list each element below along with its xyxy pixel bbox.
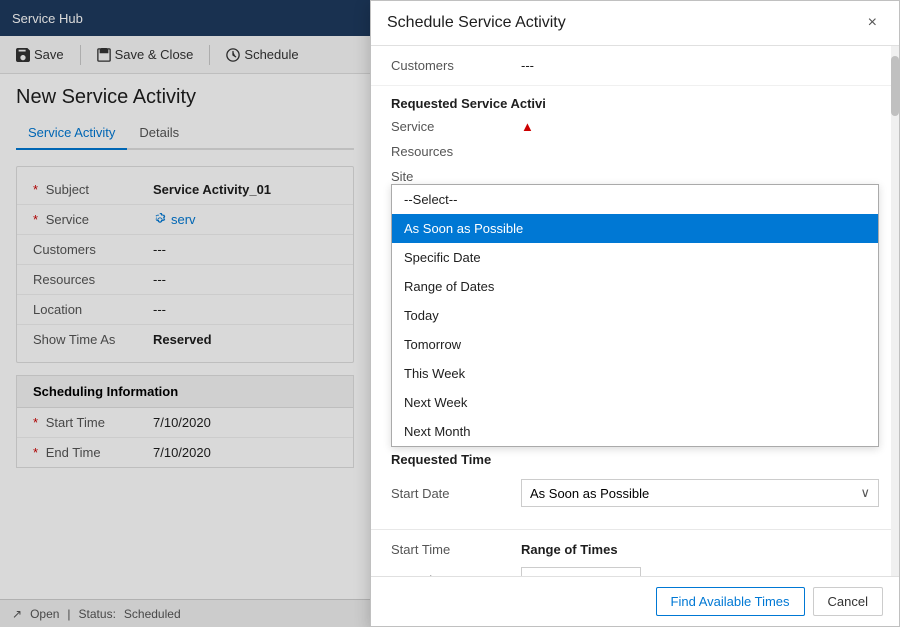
dropdown-item-this-week[interactable]: This Week: [392, 359, 878, 388]
modal-customers-value: ---: [521, 58, 879, 73]
dropdown-item-tomorrow[interactable]: Tomorrow: [392, 330, 878, 359]
start-time-header-row: Start Time Range of Times: [391, 542, 879, 557]
modal-customers-label: Customers: [391, 58, 521, 73]
req-star: ▲: [521, 119, 534, 134]
modal-site-row: Site: [391, 169, 879, 184]
dropdown-item-asap[interactable]: As Soon as Possible: [392, 214, 878, 243]
find-available-times-button[interactable]: Find Available Times: [656, 587, 805, 616]
dropdown-list: --Select-- As Soon as Possible Specific …: [391, 184, 879, 447]
modal-header: Schedule Service Activity ×: [371, 1, 899, 46]
modal-dialog: Schedule Service Activity × Customers --…: [370, 0, 900, 627]
start-date-label: Start Date: [391, 486, 521, 501]
modal-service-row: Service ▲: [391, 119, 879, 134]
dropdown-item-next-week[interactable]: Next Week: [392, 388, 878, 417]
start-time-label: Start Time: [391, 573, 521, 576]
dropdown-item-select[interactable]: --Select--: [392, 185, 878, 214]
modal-close-button[interactable]: ×: [862, 13, 883, 33]
modal-service-label: Service: [391, 119, 521, 134]
dropdown-item-next-month[interactable]: Next Month: [392, 417, 878, 446]
start-time-cat-label: Start Time: [391, 542, 521, 557]
start-date-select[interactable]: As Soon as Possible ∨: [521, 479, 879, 507]
start-time-select[interactable]: 08:00: [521, 567, 641, 576]
modal-footer: Find Available Times Cancel: [371, 576, 899, 626]
modal-resources-row: Resources: [391, 144, 879, 159]
cancel-button[interactable]: Cancel: [813, 587, 883, 616]
modal-resources-label: Resources: [391, 144, 521, 159]
modal-site-label: Site: [391, 169, 521, 184]
modal-title: Schedule Service Activity: [387, 14, 566, 32]
dropdown-item-specific-date[interactable]: Specific Date: [392, 243, 878, 272]
scrollbar-track[interactable]: [891, 46, 899, 576]
modal-customers-row: Customers ---: [391, 58, 879, 73]
modal-customers-section: Customers ---: [371, 46, 899, 86]
requested-service-header: Requested Service Activi: [391, 96, 879, 111]
range-of-times-value: Range of Times: [521, 542, 879, 557]
requested-time-section: Requested Time Start Date As Soon as Pos…: [371, 440, 899, 529]
dropdown-item-range-dates[interactable]: Range of Dates: [392, 272, 878, 301]
dropdown-container: --Select-- As Soon as Possible Specific …: [371, 184, 899, 192]
modal-service-value: ▲: [521, 119, 879, 134]
requested-service-section: Requested Service Activi Service ▲ Resou…: [371, 86, 899, 184]
scrollbar-thumb[interactable]: [891, 56, 899, 116]
overlay-dim: [0, 0, 370, 627]
start-date-chevron-icon: ∨: [860, 485, 870, 501]
modal-body: Customers --- Requested Service Activi S…: [371, 46, 899, 576]
range-times-section: Start Time Range of Times Start Time 08:…: [371, 529, 899, 576]
dropdown-item-today[interactable]: Today: [392, 301, 878, 330]
start-time-row: Start Time 08:00: [391, 567, 879, 576]
start-date-row: Start Date As Soon as Possible ∨: [391, 479, 879, 507]
requested-time-header: Requested Time: [391, 452, 879, 467]
